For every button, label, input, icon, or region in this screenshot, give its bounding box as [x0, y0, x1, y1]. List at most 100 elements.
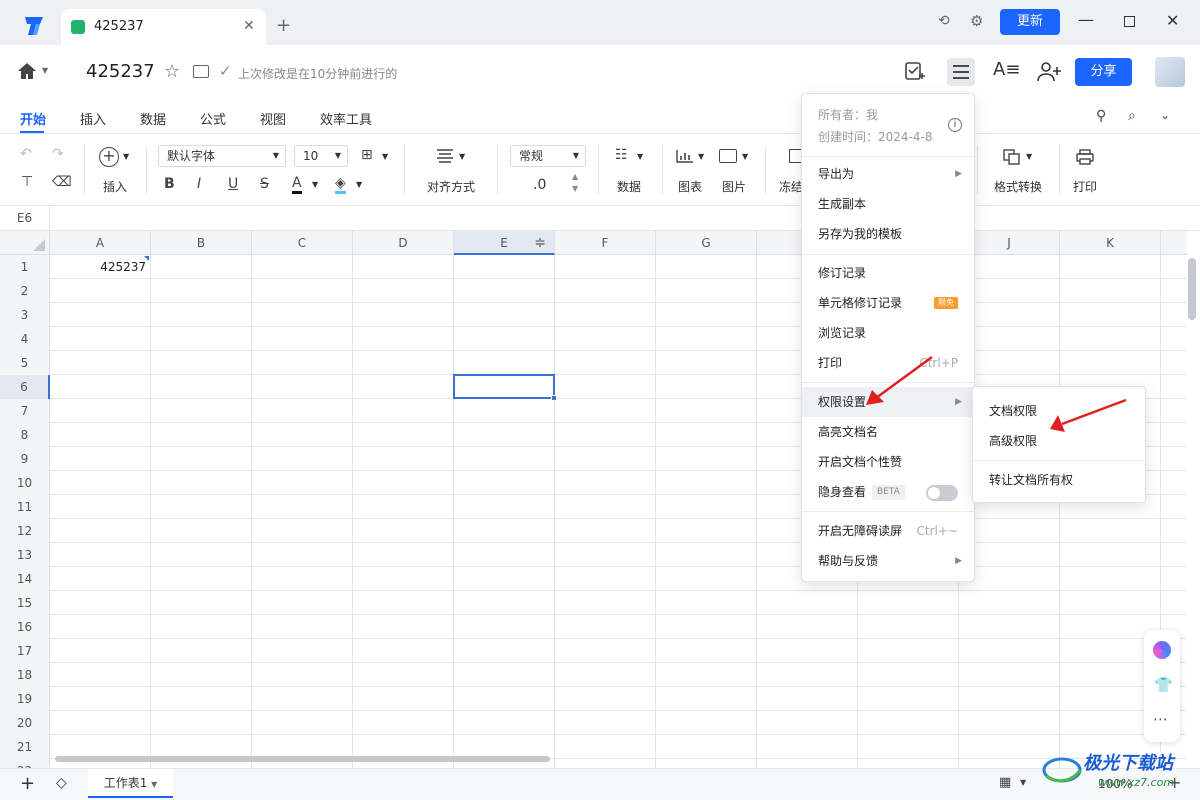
menu-item-accessibility[interactable]: 开启无障碍读屏 Ctrl+~: [802, 516, 974, 546]
chart-dropdown-icon[interactable]: ▼: [698, 152, 704, 161]
menu-item-print[interactable]: 打印 Ctrl+P: [802, 348, 974, 378]
menu-item-save-as-template[interactable]: 另存为我的模板: [802, 219, 974, 249]
tab-insert[interactable]: 插入: [80, 109, 106, 128]
row-header-11[interactable]: 11: [0, 495, 50, 519]
review-icon[interactable]: [905, 61, 927, 81]
menu-item-browse-history[interactable]: 浏览记录: [802, 318, 974, 348]
data-dropdown-icon[interactable]: ▼: [637, 152, 643, 161]
document-title[interactable]: 425237: [86, 61, 155, 82]
borders-dropdown-icon[interactable]: ▼: [382, 152, 388, 161]
align-dropdown-icon[interactable]: ▼: [459, 152, 465, 161]
add-sheet-icon[interactable]: +: [20, 773, 35, 794]
row-header-22[interactable]: 22: [0, 759, 50, 768]
column-header-b[interactable]: B: [151, 231, 252, 255]
more-icon[interactable]: ⋯: [1153, 710, 1168, 728]
redo-icon[interactable]: ↷: [52, 146, 64, 162]
sheet-tab-dropdown-icon[interactable]: ▼: [151, 780, 157, 789]
user-avatar[interactable]: [1155, 57, 1185, 87]
new-tab-icon[interactable]: +: [276, 16, 291, 36]
theme-shirt-icon[interactable]: 👕: [1154, 676, 1173, 694]
share-button[interactable]: 分享: [1075, 58, 1132, 86]
bold-icon[interactable]: B: [164, 176, 175, 192]
row-header-12[interactable]: 12: [0, 519, 50, 543]
row-header-6[interactable]: 6: [0, 375, 50, 399]
column-filter-icon[interactable]: ≑: [534, 231, 546, 255]
text-style-icon[interactable]: A≡: [993, 59, 1020, 80]
row-header-14[interactable]: 14: [0, 567, 50, 591]
column-header-c[interactable]: C: [252, 231, 353, 255]
incognito-toggle[interactable]: [926, 485, 958, 501]
row-header-19[interactable]: 19: [0, 687, 50, 711]
format-painter-icon[interactable]: ⊤: [21, 174, 33, 190]
row-header-4[interactable]: 4: [0, 327, 50, 351]
row-header-8[interactable]: 8: [0, 423, 50, 447]
collapse-ribbon-icon[interactable]: ⌄: [1160, 108, 1170, 122]
format-convert-dropdown-icon[interactable]: ▼: [1026, 152, 1032, 161]
insert-dropdown-icon[interactable]: ▼: [123, 152, 129, 161]
column-header-f[interactable]: F: [555, 231, 656, 255]
sheet-list-icon[interactable]: ◇: [56, 775, 67, 791]
menu-item-incognito-view[interactable]: 隐身查看 BETA: [802, 477, 974, 507]
cell-reference[interactable]: E6: [0, 206, 50, 230]
row-header-16[interactable]: 16: [0, 615, 50, 639]
settings-gear-icon[interactable]: ⚙: [970, 12, 983, 30]
row-header-21[interactable]: 21: [0, 735, 50, 759]
column-header-e[interactable]: E ≑: [454, 231, 555, 255]
borders-icon[interactable]: ⊞: [361, 147, 373, 163]
font-family-select[interactable]: 默认字体 ▼: [158, 145, 286, 167]
print-icon[interactable]: [1076, 149, 1094, 165]
number-format-select[interactable]: 常规 ▼: [510, 145, 586, 167]
column-header-g[interactable]: G: [656, 231, 757, 255]
row-header-3[interactable]: 3: [0, 303, 50, 327]
clear-format-icon[interactable]: ⌫: [52, 174, 72, 190]
decimal-up-icon[interactable]: ▲: [572, 172, 578, 181]
row-header-1[interactable]: 1: [0, 255, 50, 279]
submenu-item-doc-permission[interactable]: 文档权限: [973, 396, 1145, 426]
row-header-13[interactable]: 13: [0, 543, 50, 567]
format-convert-icon[interactable]: [1003, 149, 1021, 165]
row-header-7[interactable]: 7: [0, 399, 50, 423]
home-dropdown-icon[interactable]: ▼: [42, 66, 48, 75]
row-header-9[interactable]: 9: [0, 447, 50, 471]
home-icon[interactable]: [17, 62, 37, 80]
move-folder-icon[interactable]: [193, 65, 209, 78]
menu-item-permission-settings[interactable]: 权限设置 ▶: [802, 387, 974, 417]
sync-icon[interactable]: ⟲: [938, 13, 950, 29]
data-icon[interactable]: ☷: [615, 147, 628, 163]
menu-item-cell-revision[interactable]: 单元格修订记录 限免: [802, 288, 974, 318]
search-icon[interactable]: ⌕: [1128, 108, 1136, 124]
image-dropdown-icon[interactable]: ▼: [742, 152, 748, 161]
tab-view[interactable]: 视图: [260, 109, 286, 128]
column-header-k[interactable]: K: [1060, 231, 1161, 255]
close-tab-icon[interactable]: ✕: [243, 18, 255, 34]
tab-formula[interactable]: 公式: [200, 109, 226, 128]
submenu-item-advanced-permission[interactable]: 高级权限: [973, 426, 1145, 456]
close-window-icon[interactable]: ✕: [1166, 11, 1179, 30]
chart-icon[interactable]: [676, 149, 694, 163]
cell-a1[interactable]: 425237: [50, 255, 150, 279]
row-header-5[interactable]: 5: [0, 351, 50, 375]
horizontal-scrollbar[interactable]: [55, 756, 550, 762]
view-mode-icon[interactable]: ▦: [999, 775, 1011, 790]
star-icon[interactable]: ☆: [164, 61, 180, 82]
fill-color-icon[interactable]: ◈: [335, 175, 346, 194]
submenu-item-transfer-ownership[interactable]: 转让文档所有权: [973, 465, 1145, 495]
column-header-d[interactable]: D: [353, 231, 454, 255]
column-header-a[interactable]: A: [50, 231, 151, 255]
tab-efficiency-tools[interactable]: 效率工具: [320, 109, 372, 128]
tab-start[interactable]: 开始: [20, 109, 46, 128]
row-header-15[interactable]: 15: [0, 591, 50, 615]
maximize-icon[interactable]: [1124, 16, 1135, 27]
formula-input[interactable]: [51, 206, 1200, 230]
font-color-dropdown-icon[interactable]: ▼: [312, 180, 318, 189]
fill-color-dropdown-icon[interactable]: ▼: [356, 180, 362, 189]
row-header-20[interactable]: 20: [0, 711, 50, 735]
selected-cell-e6[interactable]: [453, 374, 557, 401]
menu-item-revision-history[interactable]: 修订记录: [802, 258, 974, 288]
view-mode-dropdown-icon[interactable]: ▼: [1020, 778, 1026, 787]
menu-item-make-copy[interactable]: 生成副本: [802, 189, 974, 219]
font-color-icon[interactable]: A: [292, 175, 302, 194]
ai-assistant-icon[interactable]: [1153, 641, 1171, 659]
menu-item-help-feedback[interactable]: 帮助与反馈 ▶: [802, 546, 974, 576]
info-icon[interactable]: i: [948, 118, 962, 132]
